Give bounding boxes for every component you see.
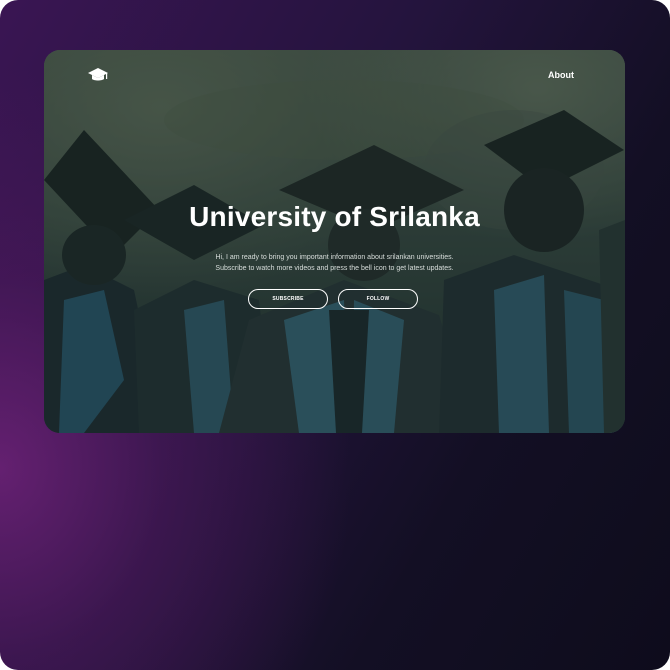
hero-description-line-2: Subscribe to watch more videos and press…	[215, 265, 454, 272]
hero-buttons: SUBSCRIBE FOLLOW	[248, 289, 418, 309]
dark-overlay	[44, 50, 625, 433]
hero-card: About University of Srilanka Hi, I am re…	[44, 50, 625, 433]
follow-button[interactable]: FOLLOW	[338, 289, 418, 309]
hero-description: Hi, I am ready to bring you important in…	[44, 252, 625, 274]
graduation-cap-icon[interactable]	[88, 66, 108, 84]
page-background: About University of Srilanka Hi, I am re…	[0, 0, 670, 670]
nav-about-link[interactable]: About	[548, 70, 574, 80]
hero-description-line-1: Hi, I am ready to bring you important in…	[215, 254, 454, 261]
subscribe-button[interactable]: SUBSCRIBE	[248, 289, 328, 309]
hero-title: University of Srilanka	[189, 201, 480, 232]
